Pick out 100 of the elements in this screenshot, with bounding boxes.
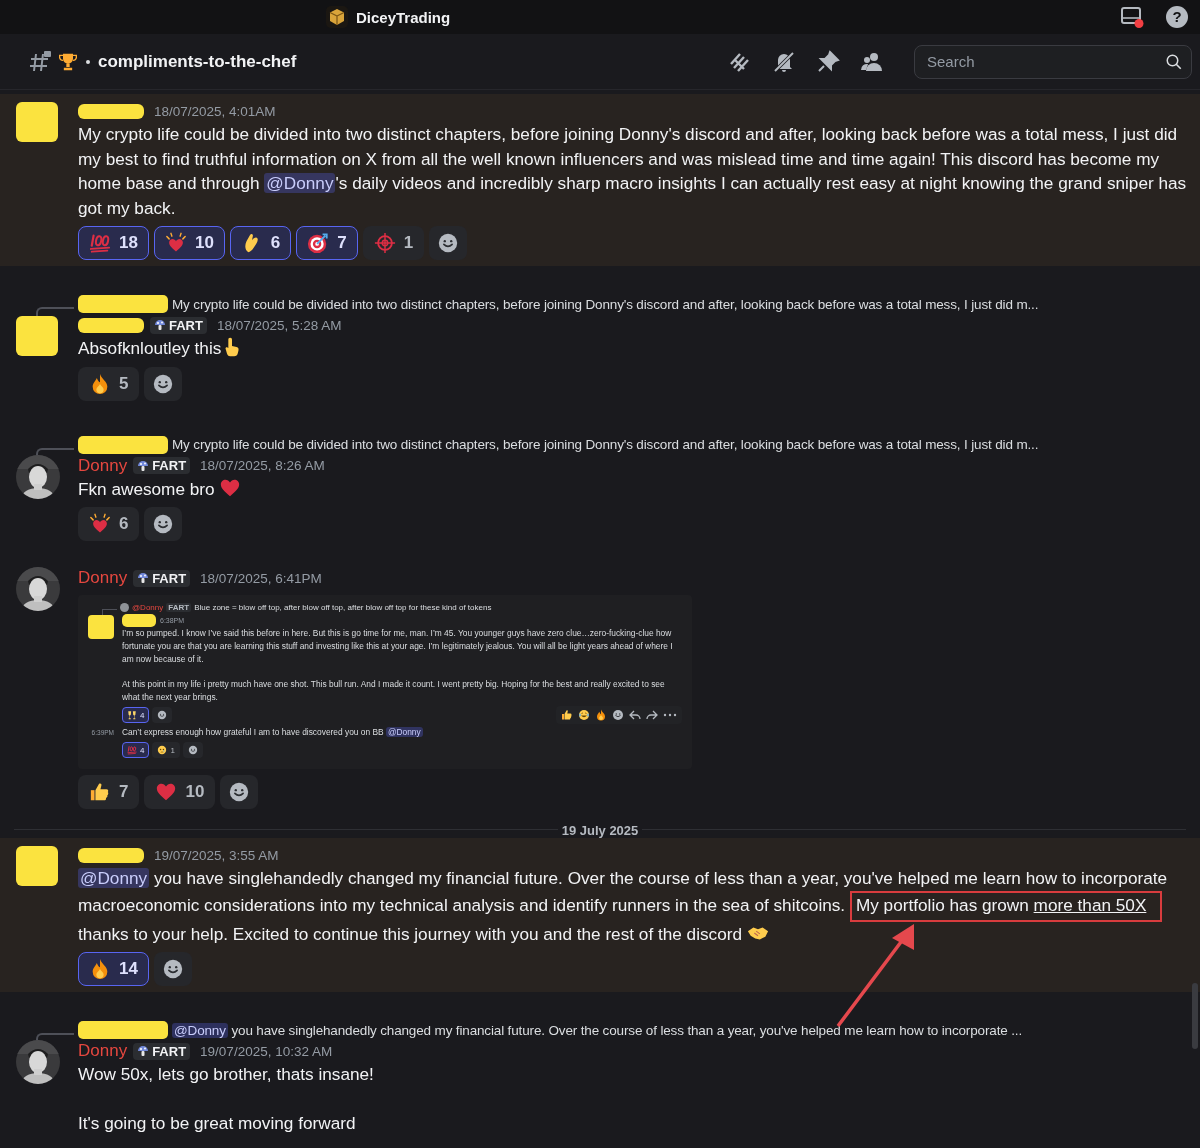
mushroom-icon — [137, 459, 150, 472]
mention-link[interactable]: @Donny — [385, 727, 423, 737]
muted-bell-icon[interactable] — [772, 49, 796, 74]
reaction-button[interactable]: 1 — [152, 742, 180, 758]
timestamp: 18/07/2025, 4:01AM — [154, 103, 276, 119]
timestamp: 19/07/2025, 3:55 AM — [154, 847, 279, 863]
timestamp: 18/07/2025, 6:41PM — [200, 570, 322, 586]
add-reaction-button[interactable] — [429, 226, 468, 260]
message-text: I’m so pumped. I know I’ve said this before in here. But this is go time for me, man. I’m 45. You younger guys have zero clue…zero-fucking-clue how fortunate you are that you are learning this stuff and investing like this at your age. I’m legitimately jealous. You will all be light years ahead of where I am now because of it. — [122, 627, 674, 666]
hash-icon — [28, 49, 52, 74]
screenshot-attachment[interactable] — [78, 595, 692, 769]
role-name: FART — [152, 570, 187, 586]
server-name: DiceyTrading — [356, 8, 451, 26]
role-badge[interactable]: FART — [150, 316, 207, 334]
redaction-mark — [88, 615, 114, 639]
timestamp: 19/07/2025, 10:32 AM — [200, 1043, 333, 1059]
trophy-icon — [58, 51, 78, 72]
separator-dot — [86, 59, 90, 64]
reaction-button[interactable]: 4 — [122, 742, 150, 758]
timestamp: 18/07/2025, 5:28 AM — [216, 317, 342, 333]
reaction-button[interactable]: 10 — [153, 226, 225, 260]
mention-link[interactable]: @Donny — [264, 173, 336, 193]
author-name[interactable]: @Donny — [132, 602, 164, 612]
heart-icon — [164, 232, 187, 254]
author-name[interactable]: Donny — [78, 1041, 128, 1061]
smiley-icon — [612, 709, 624, 721]
role-badge[interactable]: FART — [133, 569, 191, 587]
author-name[interactable]: Donny — [78, 455, 128, 476]
forward-icon[interactable] — [646, 709, 658, 721]
reply-preview[interactable]: Blue zone = blow off top, after blow off top, after blow off top for these kind of tokens — [194, 602, 492, 612]
message-text: At this point in my life i pretty much have one shot. This bull run. And I made it count. I went pretty big. Hoping for the best and really excited to see what the next year brings. — [122, 678, 666, 704]
mention-link[interactable]: @Donny — [172, 1022, 228, 1038]
smiley-icon — [152, 513, 175, 535]
reaction-button[interactable]: 5 — [78, 366, 140, 401]
add-reaction-button[interactable] — [144, 507, 183, 541]
smiley-icon — [228, 781, 251, 803]
reaction-button[interactable]: 6 — [78, 507, 140, 541]
reaction-button[interactable]: 6 — [229, 226, 292, 260]
reaction-button[interactable]: 7 — [78, 775, 140, 809]
smiley-icon — [157, 710, 168, 720]
fire-icon — [595, 709, 607, 721]
add-reaction-button[interactable] — [144, 366, 183, 401]
timestamp: 18/07/2025, 8:26 AM — [200, 458, 325, 473]
add-reaction-button[interactable] — [220, 775, 259, 809]
heart-icon — [155, 781, 178, 803]
redaction-mark — [16, 102, 58, 142]
add-reaction-button[interactable] — [182, 742, 203, 758]
message-text: Absofknloutley this — [78, 336, 1188, 361]
avatar-icon — [120, 602, 129, 612]
reply-icon[interactable] — [629, 709, 641, 721]
redaction-mark — [122, 613, 156, 627]
role-badge[interactable]: FART — [133, 457, 191, 474]
mention-link[interactable]: @Donny — [78, 868, 150, 888]
hundred-points-icon — [127, 745, 137, 755]
scrollbar-thumb[interactable] — [1192, 983, 1198, 1049]
reaction-button[interactable]: 4 — [122, 707, 150, 723]
role-name: FART — [152, 458, 187, 473]
role-badge[interactable]: FART — [133, 1042, 191, 1060]
mushroom-icon — [137, 1045, 150, 1057]
reply-preview[interactable]: My crypto life could be divided into two distinct chapters, before joining Donny's discord and after, looking back before was a total mess, I just did m... — [172, 296, 1039, 312]
role-name: FART — [152, 1043, 187, 1059]
inbox-icon[interactable] — [1120, 5, 1144, 29]
reaction-button[interactable]: 1 — [362, 226, 425, 260]
reply-preview[interactable]: My crypto life could be divided into two distinct chapters, before joining Donny's discord and after, looking back before was a total mess, I just did m... — [172, 437, 1039, 452]
thumbs-up-icon — [561, 709, 573, 721]
search-field[interactable]: Search — [925, 52, 1165, 71]
reaction-button[interactable]: 14 — [78, 952, 149, 986]
reaction-button[interactable]: 18 — [78, 226, 149, 260]
thumbs-up-icon — [89, 781, 111, 803]
help-button[interactable]: ? — [1166, 6, 1188, 28]
laughing-face-icon — [578, 709, 590, 721]
reply-preview[interactable]: @Donny you have singlehandedly changed my financial future. Over the course of less than a year, you've helped me learn how to incorporate ... — [172, 1022, 1022, 1038]
pin-icon[interactable] — [816, 49, 840, 74]
heart-icon — [89, 513, 111, 535]
search-box[interactable]: Search — [914, 44, 1192, 79]
mushroom-icon — [137, 572, 150, 584]
reaction-button[interactable]: 7 — [296, 226, 358, 260]
message-text: Wow 50x, lets go brother, thats insane! — [78, 1063, 375, 1086]
target-icon — [307, 232, 330, 254]
search-icon — [1165, 52, 1183, 71]
mushroom-icon — [154, 319, 166, 331]
role-name: FART — [169, 317, 203, 333]
add-reaction-button[interactable] — [153, 952, 192, 986]
smiley-icon — [161, 958, 184, 980]
add-reaction-button[interactable] — [152, 707, 173, 723]
message-text: My crypto life could be divided into two distinct chapters, before joining Donny's discord and after, looking back before was a total mess, I just did my best to find truthful information on X from all the well known influencers and was mislead time and time again! This discord has become my home base and through @Donny's daily videos and incredibly sharp macro insights I can actually rest easy at night knowing the grand sniper has got my back. — [78, 123, 1188, 220]
reaction-button[interactable]: 10 — [144, 775, 216, 809]
cube-icon — [326, 6, 348, 28]
annotation-box: My portfolio has grown more than 50X — [849, 890, 1163, 922]
channel-name: compliments-to-the-chef — [98, 51, 297, 72]
redaction-mark — [16, 846, 58, 886]
redaction-mark — [16, 316, 58, 356]
smiley-icon — [187, 745, 198, 755]
message-text: Can’t express enough how grateful I am to have discovered you on BB @Donny — [122, 726, 424, 739]
hundred-points-icon — [89, 232, 111, 254]
author-name[interactable]: Donny — [78, 568, 128, 588]
teary-face-icon — [157, 745, 168, 755]
message-text: It's going to be great moving forward — [78, 1111, 357, 1135]
glasses-icon — [127, 710, 137, 720]
role-badge[interactable]: FART — [166, 602, 192, 612]
